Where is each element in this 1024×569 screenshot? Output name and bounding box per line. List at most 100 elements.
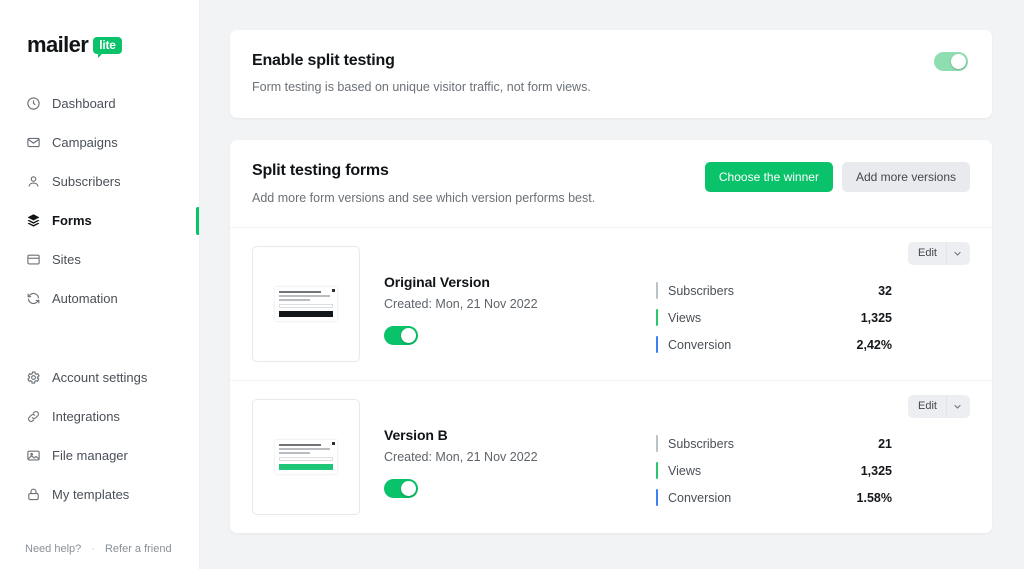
- sidebar-item-label: Integrations: [52, 409, 120, 424]
- logo[interactable]: mailer lite: [0, 0, 199, 62]
- stat-subscribers: Subscribers 21: [656, 430, 892, 457]
- form-version-name: Version B: [384, 427, 448, 443]
- stat-conversion: Conversion 1.58%: [656, 484, 892, 511]
- sidebar-item-label: Forms: [52, 213, 92, 228]
- toggle-knob: [951, 54, 966, 69]
- choose-the-winner-button[interactable]: Choose the winner: [704, 162, 833, 192]
- form-version-row: Version B Created: Mon, 21 Nov 2022 Subs…: [230, 380, 992, 533]
- form-version-stats: Subscribers 21 Views 1,325 Conversion 1.…: [652, 399, 892, 511]
- sidebar-item-label: Dashboard: [52, 96, 116, 111]
- lock-icon: [25, 487, 41, 503]
- logo-badge: lite: [93, 36, 122, 58]
- stat-color-bar: [656, 462, 658, 479]
- enable-split-testing-toggle[interactable]: [934, 52, 968, 71]
- envelope-icon: [25, 135, 41, 151]
- sidebar-item-my-templates[interactable]: My templates: [0, 475, 199, 514]
- preview-text-line: [279, 299, 311, 301]
- gear-icon: [25, 370, 41, 386]
- preview-text-line: [279, 295, 330, 297]
- chevron-down-icon[interactable]: [946, 242, 970, 265]
- stat-label: Subscribers: [668, 283, 734, 298]
- sidebar-item-account-settings[interactable]: Account settings: [0, 358, 199, 397]
- sidebar-secondary-group: Account settings Integrations File manag…: [0, 358, 199, 514]
- stat-value: 2,42%: [856, 337, 892, 352]
- sidebar-item-sites[interactable]: Sites: [0, 240, 199, 279]
- image-icon: [25, 448, 41, 464]
- user-icon: [25, 174, 41, 190]
- layers-icon: [25, 213, 41, 229]
- stat-value: 32: [878, 283, 892, 298]
- stat-color-bar: [656, 282, 658, 299]
- close-icon: [332, 442, 335, 445]
- edit-button[interactable]: Edit: [908, 395, 946, 418]
- form-version-toggle[interactable]: [384, 479, 418, 498]
- main-content: Enable split testing Form testing is bas…: [200, 0, 1024, 569]
- stat-value: 1,325: [860, 463, 892, 478]
- sidebar-item-integrations[interactable]: Integrations: [0, 397, 199, 436]
- stat-views: Views 1,325: [656, 457, 892, 484]
- stat-color-bar: [656, 435, 658, 452]
- sidebar-item-automation[interactable]: Automation: [0, 279, 199, 318]
- forms-card-actions: Choose the winner Add more versions: [704, 162, 970, 192]
- stat-color-bar: [656, 309, 658, 326]
- sidebar-primary-group: Dashboard Campaigns Subscribers Forms Si…: [0, 84, 199, 318]
- stat-color-bar: [656, 336, 658, 353]
- stat-value: 1,325: [860, 310, 892, 325]
- link-icon: [25, 409, 41, 425]
- stat-subscribers: Subscribers 32: [656, 277, 892, 304]
- stat-value: 21: [878, 436, 892, 451]
- active-indicator: [196, 207, 199, 235]
- sidebar-item-dashboard[interactable]: Dashboard: [0, 84, 199, 123]
- forms-card-subtitle: Add more form versions and see which ver…: [252, 191, 596, 205]
- form-version-created: Created: Mon, 21 Nov 2022: [384, 450, 538, 464]
- preview-text-line: [279, 452, 311, 454]
- sidebar-item-file-manager[interactable]: File manager: [0, 436, 199, 475]
- form-version-info: Original Version Created: Mon, 21 Nov 20…: [384, 246, 652, 345]
- preview-submit-button: [279, 464, 333, 470]
- forms-card-header: Split testing forms Add more form versio…: [230, 140, 992, 228]
- sidebar-item-label: Campaigns: [52, 135, 118, 150]
- form-preview: [275, 287, 337, 321]
- stat-conversion: Conversion 2,42%: [656, 331, 892, 358]
- stat-label: Views: [668, 463, 702, 478]
- stat-label: Subscribers: [668, 436, 734, 451]
- sidebar-footer: Need help? · Refer a friend: [0, 543, 200, 555]
- form-version-toggle[interactable]: [384, 326, 418, 345]
- stat-value: 1.58%: [856, 490, 892, 505]
- form-version-created: Created: Mon, 21 Nov 2022: [384, 297, 538, 311]
- preview-input: [279, 304, 333, 308]
- need-help-link[interactable]: Need help?: [25, 543, 81, 555]
- enable-card-text: Enable split testing Form testing is bas…: [252, 52, 591, 94]
- form-thumbnail[interactable]: [252, 399, 360, 515]
- enable-card-subtitle: Form testing is based on unique visitor …: [252, 80, 591, 94]
- stat-color-bar: [656, 489, 658, 506]
- sidebar-item-label: Sites: [52, 252, 81, 267]
- stat-label: Conversion: [668, 490, 732, 505]
- preview-input: [279, 457, 333, 461]
- stat-label: Views: [668, 310, 702, 325]
- toggle-knob: [401, 481, 416, 496]
- add-more-versions-button[interactable]: Add more versions: [841, 162, 970, 192]
- dashboard-icon: [25, 96, 41, 112]
- form-thumbnail[interactable]: [252, 246, 360, 362]
- sidebar-item-label: Automation: [52, 291, 118, 306]
- sidebar-item-forms[interactable]: Forms: [0, 201, 199, 240]
- form-version-row: Original Version Created: Mon, 21 Nov 20…: [230, 228, 992, 380]
- refresh-icon: [25, 291, 41, 307]
- preview-text-line: [279, 448, 330, 450]
- stat-views: Views 1,325: [656, 304, 892, 331]
- sidebar-item-subscribers[interactable]: Subscribers: [0, 162, 199, 201]
- logo-text: mailer: [27, 32, 89, 57]
- stat-label: Conversion: [668, 337, 732, 352]
- chevron-down-icon[interactable]: [946, 395, 970, 418]
- enable-split-testing-card: Enable split testing Form testing is bas…: [230, 30, 992, 118]
- preview-heading-line: [279, 444, 322, 446]
- app-root: mailer lite Dashboard Campaigns Subscrib…: [0, 0, 1024, 569]
- edit-button[interactable]: Edit: [908, 242, 946, 265]
- footer-separator: ·: [91, 543, 95, 555]
- refer-a-friend-link[interactable]: Refer a friend: [105, 543, 172, 555]
- sidebar-item-campaigns[interactable]: Campaigns: [0, 123, 199, 162]
- form-version-info: Version B Created: Mon, 21 Nov 2022: [384, 399, 652, 498]
- edit-button-group[interactable]: Edit: [908, 242, 970, 265]
- edit-button-group[interactable]: Edit: [908, 395, 970, 418]
